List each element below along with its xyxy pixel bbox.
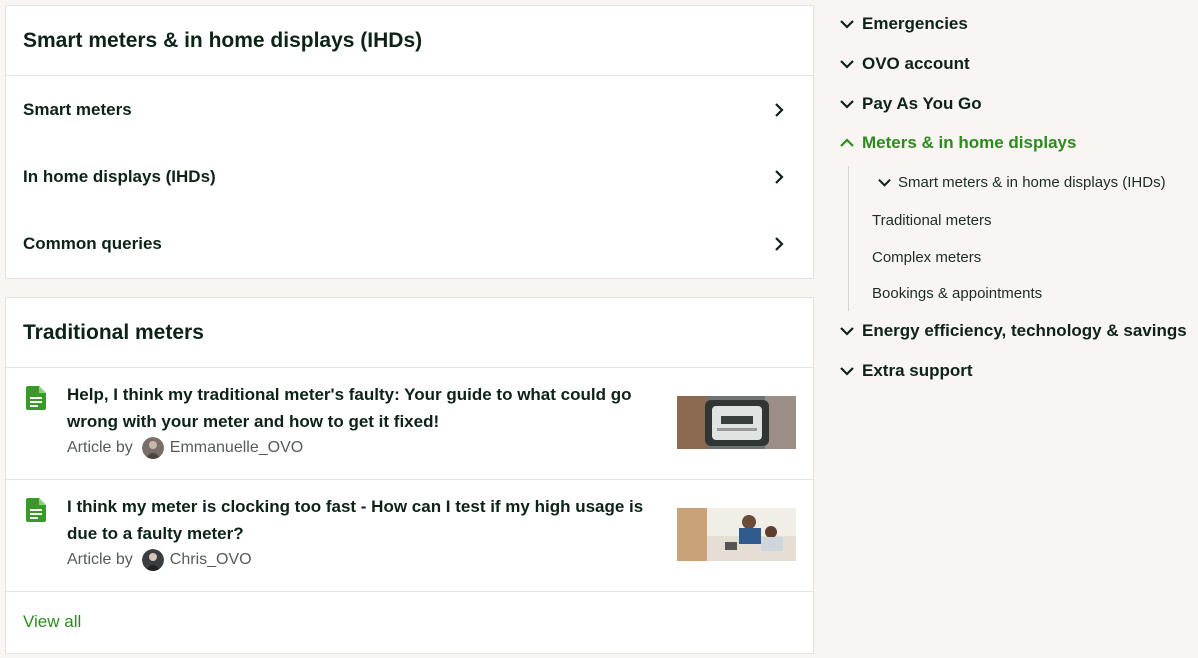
article-title[interactable]: I think my meter is clocking too fast - … xyxy=(67,493,667,547)
article-title[interactable]: Help, I think my traditional meter's fau… xyxy=(67,381,667,435)
subnav-item-label: Traditional meters xyxy=(872,212,992,229)
section-title: Traditional meters xyxy=(6,298,813,368)
section-title: Smart meters & in home displays (IHDs) xyxy=(6,6,813,76)
sidebar-item-label: Meters & in home displays xyxy=(862,133,1077,152)
subnav-item-bookings[interactable]: Bookings & appointments xyxy=(872,285,1042,302)
sidebar-item-label: OVO account xyxy=(862,54,970,73)
sidebar-item-emergencies[interactable]: Emergencies xyxy=(840,14,968,34)
subnav-item-smart-meters[interactable]: Smart meters & in home displays (IHDs) xyxy=(878,174,1166,191)
chevron-down-icon xyxy=(840,327,854,336)
article-byline: Article by Emmanuelle_OVO xyxy=(67,437,303,459)
traditional-meters-card: Traditional meters Help, I think my trad… xyxy=(5,297,814,654)
sidebar-item-label: Emergencies xyxy=(862,14,968,33)
byline-prefix: Article by xyxy=(67,439,133,456)
subnav-item-label: Bookings & appointments xyxy=(872,285,1043,302)
category-in-home-displays[interactable]: In home displays (IHDs) xyxy=(6,143,813,210)
category-smart-meters[interactable]: Smart meters xyxy=(6,76,813,143)
category-common-queries[interactable]: Common queries xyxy=(6,210,813,277)
sidebar-item-label: Pay As You Go xyxy=(862,94,982,113)
sidebar-item-pay-as-you-go[interactable]: Pay As You Go xyxy=(840,94,982,114)
sidebar-item-meters[interactable]: Meters & in home displays xyxy=(840,133,1076,153)
author-name[interactable]: Chris_OVO xyxy=(170,551,252,569)
chevron-down-icon xyxy=(840,100,854,109)
avatar[interactable] xyxy=(141,549,164,571)
document-icon xyxy=(26,386,46,410)
chevron-right-icon xyxy=(775,236,784,251)
chevron-down-icon xyxy=(840,20,854,29)
article-thumbnail xyxy=(677,508,796,561)
subnav-item-complex-meters[interactable]: Complex meters xyxy=(872,249,981,266)
sidebar-item-label: Energy efficiency, technology & savings xyxy=(862,321,1187,340)
article-item[interactable]: I think my meter is clocking too fast - … xyxy=(6,480,813,592)
sidebar-item-ovo-account[interactable]: OVO account xyxy=(840,54,970,74)
sidebar-item-extra-support[interactable]: Extra support xyxy=(840,361,973,381)
smart-meters-card: Smart meters & in home displays (IHDs) S… xyxy=(5,5,814,279)
subnav-item-traditional-meters[interactable]: Traditional meters xyxy=(872,212,992,229)
chevron-up-icon xyxy=(840,138,854,147)
subnav-divider xyxy=(848,166,849,311)
view-all-link[interactable]: View all xyxy=(6,592,813,632)
document-icon xyxy=(26,498,46,522)
avatar[interactable] xyxy=(141,437,164,459)
category-label: In home displays (IHDs) xyxy=(23,166,216,186)
sidebar-item-label: Extra support xyxy=(862,361,973,380)
chevron-down-icon xyxy=(878,178,891,187)
article-thumbnail xyxy=(677,396,796,449)
author-name[interactable]: Emmanuelle_OVO xyxy=(170,439,303,457)
chevron-right-icon xyxy=(775,169,784,184)
subnav-item-label: Smart meters & in home displays (IHDs) xyxy=(898,174,1166,191)
article-item[interactable]: Help, I think my traditional meter's fau… xyxy=(6,368,813,480)
category-label: Common queries xyxy=(23,233,162,253)
article-byline: Article by Chris_OVO xyxy=(67,549,252,571)
byline-prefix: Article by xyxy=(67,551,133,568)
chevron-down-icon xyxy=(840,60,854,69)
sidebar-item-energy-efficiency[interactable]: Energy efficiency, technology & savings xyxy=(840,321,1187,341)
category-label: Smart meters xyxy=(23,99,132,119)
chevron-right-icon xyxy=(775,102,784,117)
chevron-down-icon xyxy=(840,367,854,376)
subnav-item-label: Complex meters xyxy=(872,249,982,266)
